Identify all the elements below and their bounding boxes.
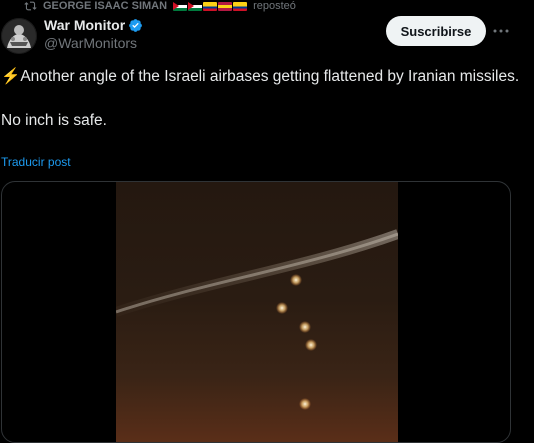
author-name[interactable]: War Monitor [44,17,125,33]
flag-icon [173,1,188,11]
author-name-row[interactable]: War Monitor [44,17,143,33]
tweet-text: ⚡Another angle of the Israeli airbases g… [1,66,521,132]
media-container[interactable] [1,181,511,443]
tweet-line-2: No inch is safe. [1,112,107,129]
author-info: War Monitor @WarMonitors [44,17,143,51]
avatar[interactable] [1,18,37,54]
flag-icon [218,1,233,11]
flag-icon [233,1,248,11]
more-options-icon[interactable] [492,22,510,40]
flag-icon [203,1,218,11]
subscribe-button[interactable]: Suscribirse [386,16,486,46]
video-player[interactable] [116,182,398,442]
repost-username[interactable]: GEORGE ISAAC SIMAN [43,0,167,12]
lightning-icon: ⚡ [1,68,21,85]
flag-icon [188,1,203,11]
translate-post-link[interactable]: Traducir post [1,155,71,169]
avatar-image [1,18,37,54]
verified-badge-icon [129,18,143,32]
tweet-line-1: ⚡Another angle of the Israeli airbases g… [1,66,521,88]
repost-label: reposteó [253,0,296,12]
tweet-line-1-text: Another angle of the Israeli airbases ge… [20,68,520,85]
author-handle[interactable]: @WarMonitors [44,35,143,51]
repost-icon [24,1,37,11]
flag-emojis [173,1,248,11]
repost-indicator: GEORGE ISAAC SIMAN reposteó [24,0,296,12]
